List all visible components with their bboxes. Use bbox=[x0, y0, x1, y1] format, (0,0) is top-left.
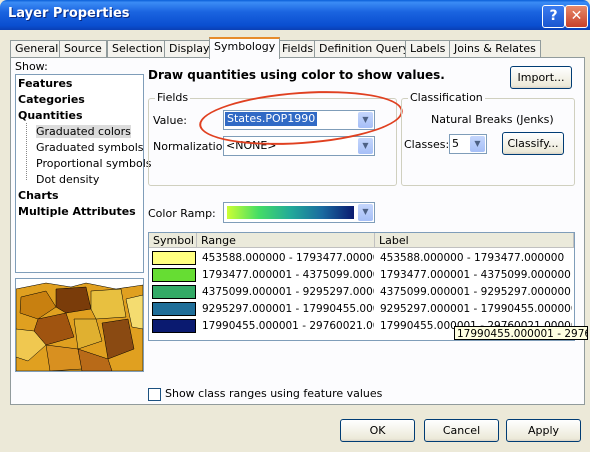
title-bar[interactable]: Layer Properties ? ✕ bbox=[0, 0, 590, 30]
tree-item-dot-density[interactable]: Dot density bbox=[36, 173, 99, 186]
range-cell: 17990455.000001 - 29760021.000000 bbox=[202, 320, 374, 332]
tab-fields[interactable]: Fields bbox=[277, 40, 319, 57]
label-cell: 9295297.000001 - 17990455.000000 bbox=[380, 303, 572, 315]
show-class-ranges-label: Show class ranges using feature values bbox=[165, 387, 383, 400]
tree-item-multiple-attributes[interactable]: Multiple Attributes bbox=[18, 205, 136, 218]
column-header-range[interactable]: Range bbox=[197, 233, 375, 248]
color-ramp-swatch bbox=[227, 206, 354, 219]
symbol-swatch[interactable] bbox=[152, 268, 196, 282]
show-label: Show: bbox=[15, 60, 48, 73]
range-tooltip: 17990455.000001 - 29760021.000000 bbox=[454, 326, 588, 340]
tab-joins-relates[interactable]: Joins & Relates bbox=[449, 40, 541, 57]
tab-definition-query[interactable]: Definition Query bbox=[314, 40, 415, 57]
symbol-swatch[interactable] bbox=[152, 302, 196, 316]
ok-button[interactable]: OK bbox=[340, 419, 415, 442]
tree-item-features[interactable]: Features bbox=[18, 77, 72, 90]
classify-button[interactable]: Classify... bbox=[502, 132, 564, 155]
tree-item-graduated-symbols[interactable]: Graduated symbols bbox=[36, 141, 144, 154]
tree-item-categories[interactable]: Categories bbox=[18, 93, 85, 106]
show-class-ranges-checkbox[interactable] bbox=[148, 388, 161, 401]
range-cell: 1793477.000001 - 4375099.000000 bbox=[202, 269, 374, 281]
cancel-button[interactable]: Cancel bbox=[424, 419, 499, 442]
label-cell: 1793477.000001 - 4375099.000000 bbox=[380, 269, 571, 281]
classes-value: 5 bbox=[452, 137, 459, 150]
range-cell: 9295297.000001 - 17990455.000000 bbox=[202, 303, 374, 315]
apply-button[interactable]: Apply bbox=[506, 419, 581, 442]
dialog-body: General Source Selection Display Symbolo… bbox=[3, 30, 587, 449]
chevron-down-icon[interactable]: ▼ bbox=[358, 138, 373, 154]
tab-symbology[interactable]: Symbology bbox=[209, 37, 281, 59]
tab-display[interactable]: Display bbox=[164, 40, 215, 57]
import-button[interactable]: Import... bbox=[510, 66, 572, 89]
classification-method: Natural Breaks (Jenks) bbox=[431, 113, 554, 126]
fields-group-label: Fields bbox=[155, 91, 191, 104]
color-ramp-label: Color Ramp: bbox=[148, 207, 216, 220]
help-button[interactable]: ? bbox=[542, 5, 565, 28]
value-label: Value: bbox=[153, 114, 187, 127]
table-row[interactable]: 1793477.000001 - 4375099.000000 1793477.… bbox=[149, 267, 574, 284]
table-row[interactable]: 4375099.000001 - 9295297.000000 4375099.… bbox=[149, 284, 574, 301]
chevron-down-icon[interactable]: ▼ bbox=[358, 204, 373, 221]
tree-item-graduated-colors[interactable]: Graduated colors bbox=[36, 125, 131, 138]
tab-general[interactable]: General bbox=[10, 40, 64, 57]
label-cell: 4375099.000001 - 9295297.000000 bbox=[380, 286, 571, 298]
range-cell: 453588.000000 - 1793477.000000 bbox=[202, 252, 374, 264]
class-table[interactable]: Symbol Range Label 453588.000000 - 17934… bbox=[148, 232, 575, 341]
classes-select[interactable]: 5 ▼ bbox=[449, 134, 487, 154]
window-title: Layer Properties bbox=[8, 6, 130, 21]
tree-connector bbox=[26, 123, 27, 180]
symbology-panel: Show: Features Categories Quantities Gra… bbox=[10, 57, 585, 405]
tab-source[interactable]: Source bbox=[59, 40, 107, 57]
classification-group-label: Classification bbox=[408, 91, 485, 104]
table-row[interactable]: 453588.000000 - 1793477.000000 453588.00… bbox=[149, 250, 574, 267]
range-cell: 4375099.000001 - 9295297.000000 bbox=[202, 286, 374, 298]
layer-properties-window: Layer Properties ? ✕ General Source Sele… bbox=[0, 0, 590, 452]
symbol-swatch[interactable] bbox=[152, 251, 196, 265]
normalization-label: Normalization: bbox=[153, 140, 234, 153]
tree-item-proportional-symbols[interactable]: Proportional symbols bbox=[36, 157, 152, 170]
description-text: Draw quantities using color to show valu… bbox=[148, 68, 445, 82]
symbol-swatch[interactable] bbox=[152, 319, 196, 333]
map-preview-graphic bbox=[16, 279, 143, 371]
symbol-swatch[interactable] bbox=[152, 285, 196, 299]
column-header-symbol[interactable]: Symbol bbox=[149, 233, 197, 248]
classes-label: Classes: bbox=[404, 138, 450, 151]
column-header-label[interactable]: Label bbox=[375, 233, 574, 248]
label-cell: 453588.000000 - 1793477.000000 bbox=[380, 252, 565, 264]
map-preview-image bbox=[15, 278, 144, 372]
color-ramp-select[interactable]: ▼ bbox=[223, 202, 375, 223]
show-tree: Features Categories Quantities Graduated… bbox=[15, 74, 152, 273]
close-button[interactable]: ✕ bbox=[565, 5, 588, 28]
chevron-down-icon[interactable]: ▼ bbox=[470, 136, 485, 152]
tab-selection[interactable]: Selection bbox=[107, 40, 168, 57]
tab-labels[interactable]: Labels bbox=[405, 40, 451, 57]
tree-item-quantities[interactable]: Quantities bbox=[18, 109, 83, 122]
table-row[interactable]: 9295297.000001 - 17990455.000000 9295297… bbox=[149, 301, 574, 318]
tree-item-charts[interactable]: Charts bbox=[18, 189, 59, 202]
